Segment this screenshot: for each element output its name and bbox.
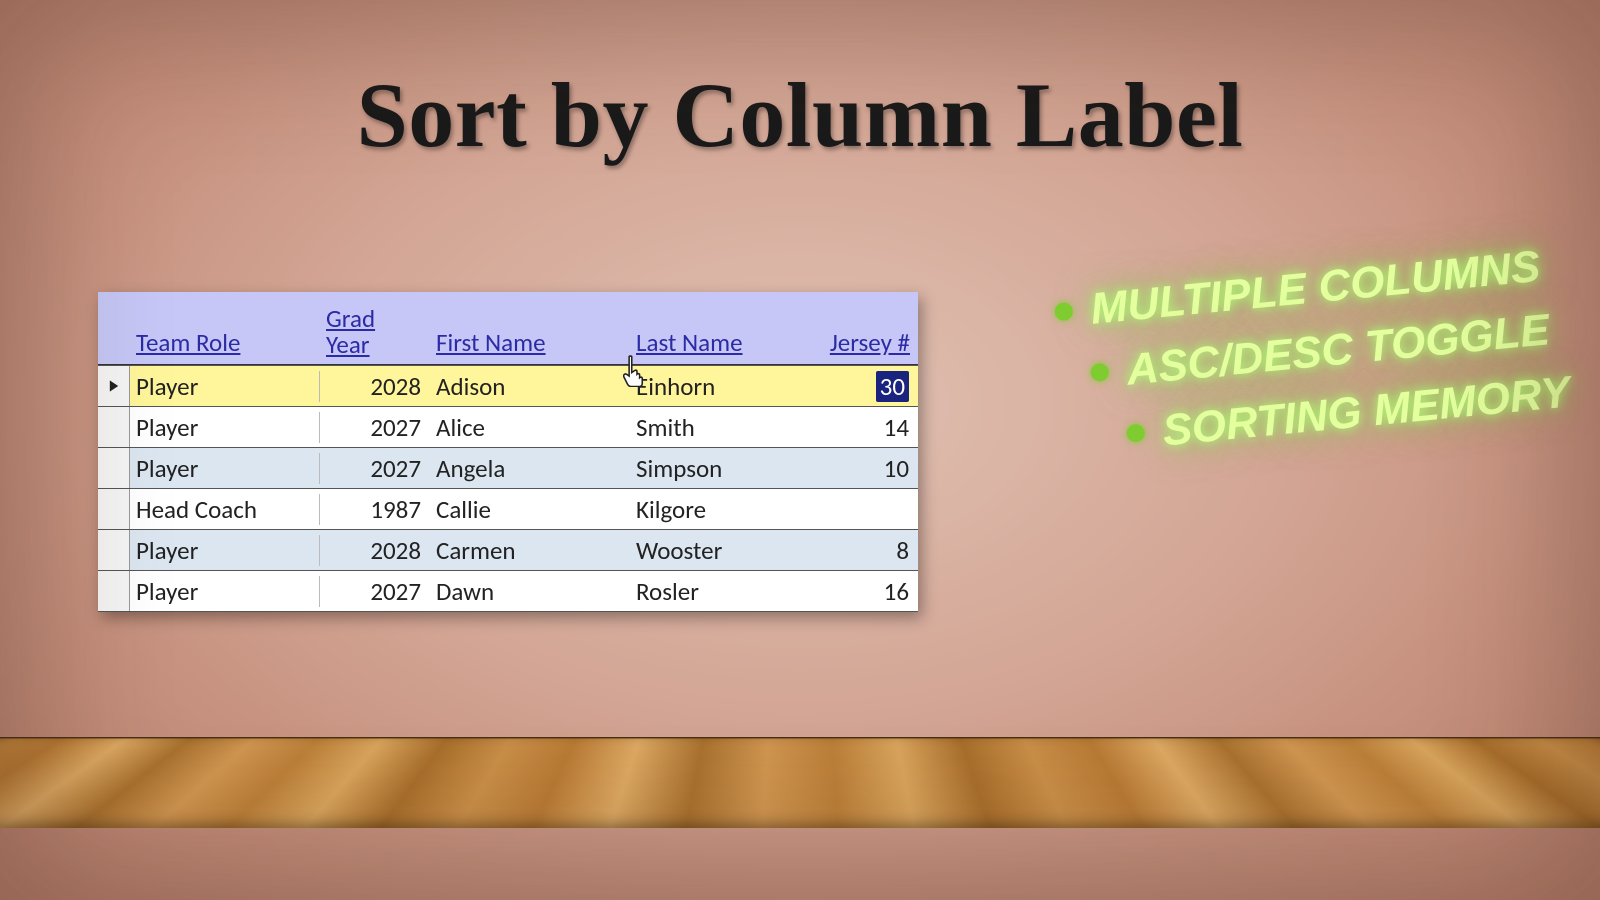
cell[interactable]: Player bbox=[130, 576, 320, 607]
table-row[interactable]: Player2028CarmenWooster8 bbox=[98, 529, 918, 570]
cell[interactable]: Carmen bbox=[430, 535, 630, 566]
cell[interactable]: Adison bbox=[430, 371, 630, 402]
column-header-grad-year[interactable]: Grad Year bbox=[320, 306, 430, 361]
row-selector[interactable] bbox=[98, 571, 130, 611]
table-row[interactable]: Player2027AliceSmith14 bbox=[98, 406, 918, 447]
row-selector[interactable] bbox=[98, 530, 130, 570]
bullet-dot-icon bbox=[1090, 362, 1110, 382]
slide: Sort by Column Label Team Role Grad Year… bbox=[0, 0, 1600, 900]
feature-bullets: Multiple Columns ASC/DESC Toggle Sorting… bbox=[992, 234, 1568, 478]
table-body: Player2028AdisonEinhorn30Player2027Alice… bbox=[98, 365, 918, 612]
cell[interactable]: Kilgore bbox=[630, 494, 810, 525]
data-grid: Team Role Grad Year First Name Last Name… bbox=[98, 292, 918, 612]
slide-title: Sort by Column Label bbox=[0, 62, 1600, 168]
table-row[interactable]: Player2027DawnRosler16 bbox=[98, 570, 918, 612]
row-selector[interactable] bbox=[98, 489, 130, 529]
cell-jersey[interactable]: 10 bbox=[810, 453, 918, 484]
cell[interactable]: 2027 bbox=[320, 576, 430, 607]
cell[interactable]: Dawn bbox=[430, 576, 630, 607]
column-header-grad-year-line2: Year bbox=[326, 329, 370, 360]
cell[interactable]: Einhorn bbox=[630, 371, 810, 402]
cell[interactable]: Wooster bbox=[630, 535, 810, 566]
cell[interactable]: Player bbox=[130, 535, 320, 566]
cell-jersey[interactable]: 30 bbox=[810, 371, 918, 402]
row-selector[interactable] bbox=[98, 366, 130, 406]
bullet-dot-icon bbox=[1126, 423, 1146, 443]
table-header-row: Team Role Grad Year First Name Last Name… bbox=[98, 292, 918, 365]
cell[interactable]: Simpson bbox=[630, 453, 810, 484]
column-header-first-name[interactable]: First Name bbox=[430, 327, 630, 360]
table-row[interactable]: Head Coach1987CallieKilgore bbox=[98, 488, 918, 529]
column-header-last-name[interactable]: Last Name bbox=[630, 327, 810, 360]
cell[interactable]: Smith bbox=[630, 412, 810, 443]
cell[interactable]: Player bbox=[130, 412, 320, 443]
cell[interactable]: Alice bbox=[430, 412, 630, 443]
cell[interactable]: 2028 bbox=[320, 535, 430, 566]
cell[interactable]: Angela bbox=[430, 453, 630, 484]
cell[interactable]: Rosler bbox=[630, 576, 810, 607]
cell-jersey[interactable]: 14 bbox=[810, 412, 918, 443]
cell-jersey[interactable]: 16 bbox=[810, 576, 918, 607]
cell[interactable]: 2028 bbox=[320, 371, 430, 402]
column-header-jersey[interactable]: Jersey # bbox=[810, 327, 918, 360]
table-row[interactable]: Player2028AdisonEinhorn30 bbox=[98, 365, 918, 406]
cell-jersey[interactable]: 8 bbox=[810, 535, 918, 566]
cell[interactable]: Head Coach bbox=[130, 494, 320, 525]
bullet-dot-icon bbox=[1054, 302, 1074, 322]
floor-decoration bbox=[0, 737, 1600, 828]
row-selector[interactable] bbox=[98, 448, 130, 488]
cell[interactable]: Player bbox=[130, 453, 320, 484]
column-header-team-role[interactable]: Team Role bbox=[130, 327, 320, 360]
cell[interactable]: Callie bbox=[430, 494, 630, 525]
cell[interactable]: 2027 bbox=[320, 453, 430, 484]
cell[interactable]: 2027 bbox=[320, 412, 430, 443]
cell[interactable]: Player bbox=[130, 371, 320, 402]
cell[interactable]: 1987 bbox=[320, 494, 430, 525]
table-row[interactable]: Player2027AngelaSimpson10 bbox=[98, 447, 918, 488]
row-selector[interactable] bbox=[98, 407, 130, 447]
